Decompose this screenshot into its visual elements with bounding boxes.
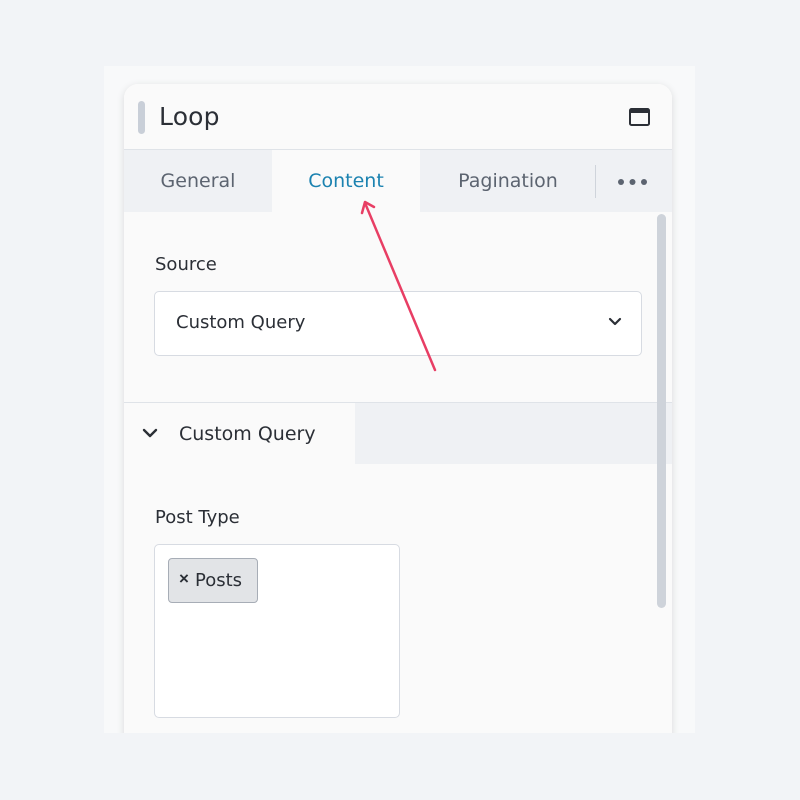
- tab-pagination[interactable]: Pagination: [420, 150, 596, 212]
- post-type-label: Post Type: [155, 507, 240, 528]
- vertical-scrollbar[interactable]: [657, 214, 666, 608]
- post-type-token: × Posts: [168, 558, 258, 603]
- window-maximize-icon[interactable]: [629, 108, 650, 126]
- panel-title: Loop: [159, 102, 220, 131]
- tab-general[interactable]: General: [124, 150, 272, 212]
- source-label: Source: [155, 254, 217, 275]
- source-select-value: Custom Query: [176, 312, 306, 333]
- more-horizontal-icon[interactable]: [617, 178, 648, 186]
- custom-query-section-header[interactable]: Custom Query: [124, 403, 355, 464]
- tab-bar: General Content Pagination: [124, 149, 672, 212]
- source-select[interactable]: Custom Query: [154, 291, 642, 356]
- tab-divider: [595, 165, 596, 198]
- tab-content[interactable]: Content: [272, 150, 420, 212]
- chevron-down-icon: [142, 428, 158, 438]
- token-remove-button[interactable]: ×: [179, 569, 189, 589]
- screenshot-bottom-edge: [104, 733, 695, 800]
- custom-query-section: Custom Query: [124, 403, 672, 464]
- token-label: Posts: [195, 570, 243, 591]
- custom-query-section-title: Custom Query: [179, 423, 316, 445]
- panel-header: Loop: [124, 84, 672, 149]
- chevron-down-icon: [608, 317, 622, 326]
- loop-settings-panel: Loop General Content Pagination Source C…: [124, 84, 672, 784]
- drag-handle[interactable]: [138, 101, 145, 134]
- post-type-field[interactable]: × Posts: [154, 544, 400, 718]
